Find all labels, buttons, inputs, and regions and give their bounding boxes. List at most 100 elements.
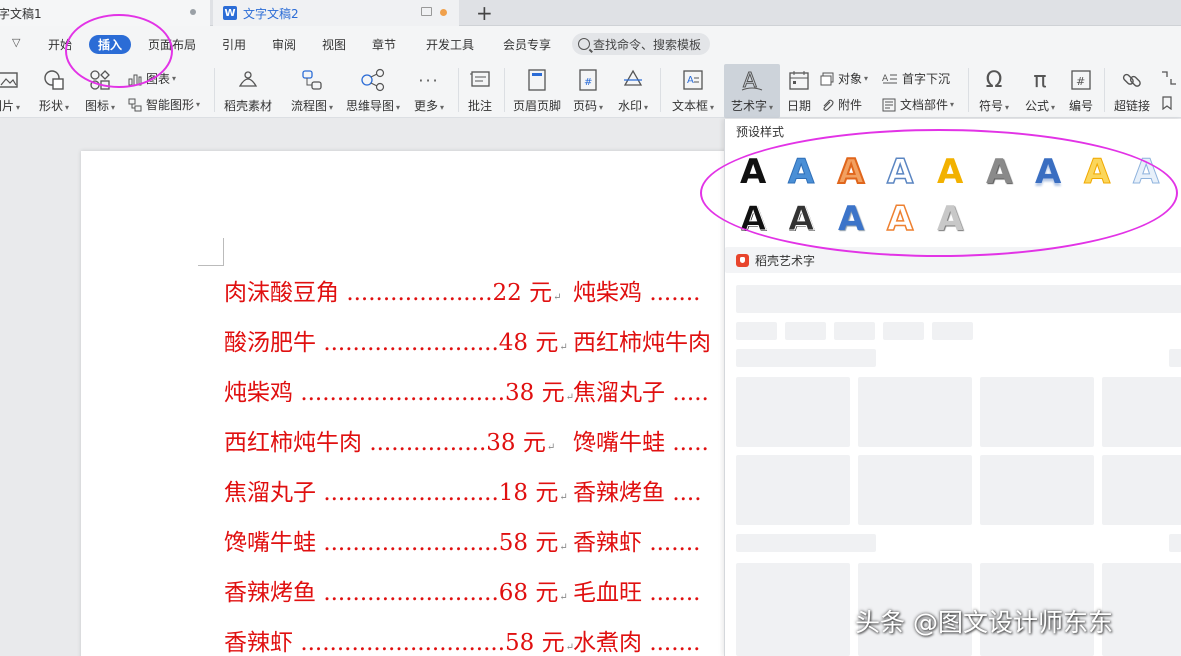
dish-price: 58 元 <box>505 630 565 656</box>
menu-line[interactable]: 西红柿炖牛肉 <box>573 328 724 358</box>
wordart-icon: A <box>739 67 765 93</box>
wordart-style-2[interactable]: A <box>787 152 814 193</box>
doc-parts-button[interactable]: 文档部件 ▾ <box>882 96 954 113</box>
ribbon-divider <box>458 68 459 112</box>
menu-references[interactable]: 引用 <box>222 36 246 53</box>
wordart-label: 艺术字 <box>730 99 767 113</box>
flowchart-label: 流程图 <box>290 99 327 113</box>
header-footer-icon <box>524 67 550 93</box>
menu-home[interactable]: 开始 <box>48 36 72 53</box>
object-label: 对象 <box>838 72 863 86</box>
dish-name: 香辣烤鱼 <box>573 480 665 506</box>
numbering-button[interactable]: # 编号 <box>1062 64 1100 118</box>
comment-label: 批注 <box>467 99 492 113</box>
paragraph-mark-icon: ↵ <box>559 542 568 553</box>
menu-line[interactable]: 馋嘴牛蛙 ..... <box>573 428 724 458</box>
flowchart-icon <box>299 67 325 93</box>
wordart-style-13[interactable]: A <box>886 198 914 240</box>
wordart-style-11[interactable]: A <box>787 199 814 240</box>
dropcap-button[interactable]: A 首字下沉 <box>882 70 950 87</box>
dish-name: 肉沫酸豆角 <box>224 280 339 306</box>
writer-logo-icon: W <box>223 6 237 20</box>
formula-button[interactable]: π 公式 ▾ <box>1020 64 1060 118</box>
symbol-button[interactable]: Ω 符号 ▾ <box>974 64 1014 118</box>
dot-leader: ..... <box>672 380 709 406</box>
watermark-button[interactable]: 水印 ▾ <box>612 64 654 118</box>
icon-button[interactable]: 图标 ▾ <box>82 64 118 118</box>
hyperlink-button[interactable]: 超链接 <box>1108 64 1156 118</box>
menu-bar: ▽ 开始 插入 页面布局 引用 审阅 视图 章节 开发工具 会员专享 查找命令、… <box>0 26 1181 64</box>
paperclip-icon <box>823 99 834 111</box>
menu-review[interactable]: 审阅 <box>272 36 296 53</box>
wordart-button[interactable]: A 艺术字 ▾ <box>724 64 780 118</box>
menu-line[interactable]: 香辣烤鱼 ........................68 元↵ <box>224 578 568 613</box>
omega-icon: Ω <box>985 67 1003 93</box>
comment-button[interactable]: 批注 <box>462 64 498 118</box>
new-tab-plus-icon[interactable]: + <box>476 1 493 25</box>
picture-icon <box>0 67 21 93</box>
command-search-box[interactable]: 查找命令、搜索模板 <box>572 33 710 55</box>
daoke-material-button[interactable]: 稻壳素材 <box>220 64 276 118</box>
menu-line[interactable]: 炖柴鸡 ....... <box>573 278 724 308</box>
object-icon <box>820 72 834 85</box>
picture-button[interactable]: 图片▾ <box>0 64 24 118</box>
menu-line[interactable]: 馋嘴牛蛙 ........................58 元↵ <box>224 528 568 563</box>
link-icon <box>1119 67 1145 93</box>
chart-button[interactable]: 图表 ▾ <box>128 70 176 87</box>
menu-line[interactable]: 西红柿炖牛肉 ................38 元↵ <box>224 428 555 463</box>
wordart-style-12[interactable]: A <box>838 199 864 239</box>
wordart-style-6[interactable]: A <box>986 152 1012 192</box>
wordart-style-10[interactable]: A <box>739 199 766 240</box>
menu-line[interactable]: 肉沫酸豆角 ....................22 元↵ <box>224 278 562 313</box>
flowchart-button[interactable]: 流程图 ▾ <box>284 64 340 118</box>
menu-member[interactable]: 会员专享 <box>503 36 551 53</box>
menu-line[interactable]: 酸汤肥牛 ........................48 元↵ <box>224 328 568 363</box>
menu-line[interactable]: 香辣虾 ....... <box>573 528 724 558</box>
wordart-style-7[interactable]: A <box>1035 152 1061 192</box>
loading-placeholder <box>858 455 972 525</box>
date-label: 日期 <box>786 99 811 113</box>
wordart-style-3[interactable]: A <box>837 151 865 193</box>
attachment-button[interactable]: 附件 <box>820 96 862 113</box>
menu-line[interactable]: 焦溜丸子 ..... <box>573 378 724 408</box>
chevron-down-icon[interactable]: ▽ <box>12 36 20 49</box>
menu-page-layout[interactable]: 页面布局 <box>148 36 196 53</box>
wordart-style-8[interactable]: A <box>1083 152 1110 193</box>
dot-leader: ........................ <box>323 480 499 506</box>
smartart-button[interactable]: 智能图形 ▾ <box>128 96 200 113</box>
wordart-style-5[interactable]: A <box>937 152 963 192</box>
paragraph-mark-icon: ↵ <box>559 492 568 503</box>
wordart-style-4[interactable]: A <box>886 151 914 193</box>
page-number-button[interactable]: # 页码 ▾ <box>568 64 608 118</box>
dish-name: 水煮肉 <box>573 630 642 656</box>
monitor-icon[interactable] <box>421 7 432 16</box>
bookmark-icon[interactable] <box>1160 96 1178 110</box>
date-button[interactable]: 日期 <box>782 64 816 118</box>
menu-line[interactable]: 香辣烤鱼 .... <box>573 478 724 508</box>
menu-line[interactable]: 毛血旺 ....... <box>573 578 724 608</box>
wordart-style-9[interactable]: A <box>1132 152 1159 193</box>
wordart-style-14[interactable]: A <box>937 199 963 239</box>
menu-line[interactable]: 焦溜丸子 ........................18 元↵ <box>224 478 568 513</box>
header-footer-button[interactable]: 页眉页脚 <box>510 64 564 118</box>
mindmap-button[interactable]: 思维导图 ▾ <box>342 64 404 118</box>
menu-line[interactable]: 炖柴鸡 ............................38 元↵ <box>224 378 574 413</box>
textbox-button[interactable]: A 文本框 ▾ <box>666 64 720 118</box>
tab-document-2[interactable]: W 文字文稿2 <box>213 0 459 26</box>
crossref-icon[interactable] <box>1160 70 1181 86</box>
shape-button[interactable]: 形状 ▾ <box>36 64 72 118</box>
menu-line[interactable]: 香辣虾 ............................58 元↵ <box>224 628 574 656</box>
menu-developer[interactable]: 开发工具 <box>426 36 474 53</box>
object-button[interactable]: 对象 ▾ <box>820 70 868 87</box>
dish-name: 焦溜丸子 <box>573 380 665 406</box>
svg-text:#: # <box>1076 75 1085 88</box>
menu-view[interactable]: 视图 <box>322 36 346 53</box>
loading-placeholder <box>785 322 826 340</box>
paragraph-mark-icon: ↵ <box>553 292 562 303</box>
more-button[interactable]: ··· 更多 ▾ <box>408 64 450 118</box>
menu-insert[interactable]: 插入 <box>89 35 132 54</box>
menu-chapter[interactable]: 章节 <box>372 36 396 53</box>
menu-line[interactable]: 水煮肉 ....... <box>573 628 724 656</box>
wordart-style-1[interactable]: A <box>740 152 766 192</box>
tab-document-1[interactable]: 字文稿1 <box>0 0 210 26</box>
